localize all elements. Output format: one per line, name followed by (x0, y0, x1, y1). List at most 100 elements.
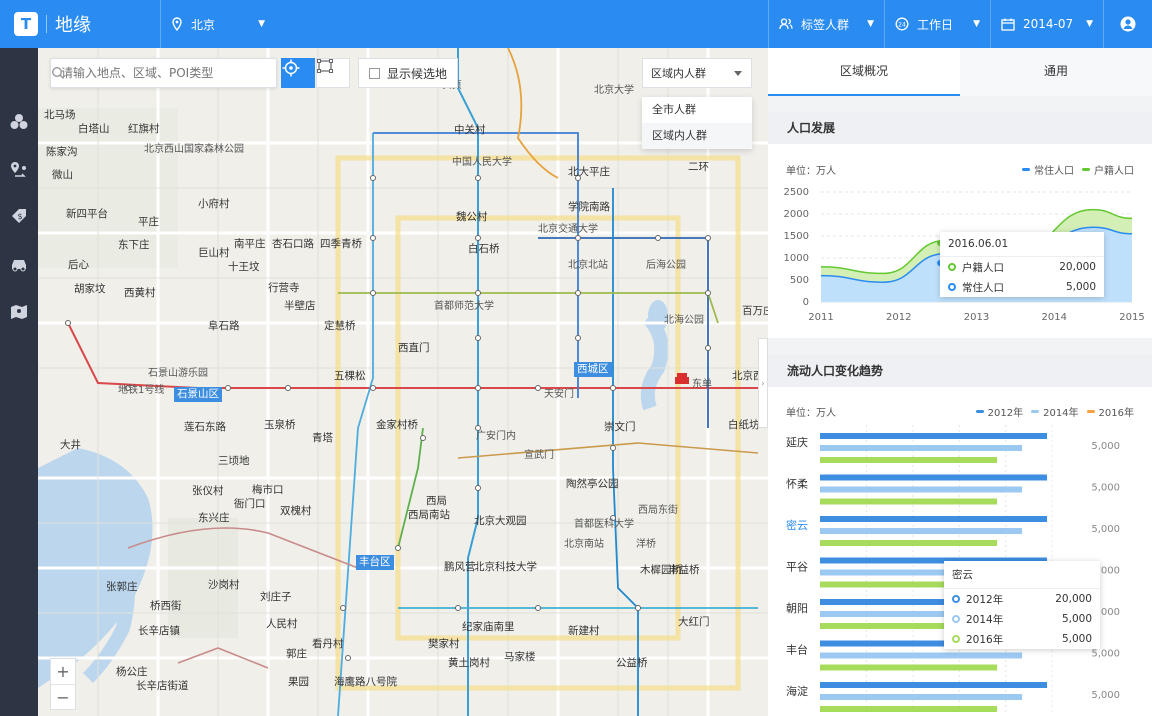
legend-label: 2016年 (1098, 408, 1134, 419)
map-label: 杏石口路 (272, 238, 314, 250)
collapse-panel-handle[interactable]: › (758, 338, 768, 428)
rect-select-button[interactable] (316, 58, 350, 88)
location-route-icon[interactable] (9, 160, 29, 180)
map-label: 北京北站 (568, 260, 608, 271)
map-label: 白纸坊 (728, 419, 760, 431)
dropdown-option-in-region[interactable]: 区域内人群 (642, 123, 752, 149)
map-label: 杨公庄 (116, 666, 148, 678)
user-menu[interactable] (1103, 0, 1152, 48)
map-label: 刘庄子 (260, 591, 292, 603)
category-label: 海淀 (786, 684, 808, 698)
map-label: 半壁店 (284, 300, 316, 312)
show-candidates-checkbox[interactable] (369, 67, 380, 79)
map-label: 莲石东路 (184, 421, 226, 433)
cluster-icon[interactable] (9, 112, 29, 132)
tooltip-series-name: 2016年 (966, 633, 1004, 646)
x-tick-label: 2013 (964, 312, 989, 323)
show-candidates-toggle[interactable]: 显示候选地 (358, 58, 458, 88)
bar (820, 528, 1023, 534)
tooltip-value: 5,000 (1061, 633, 1092, 645)
search-input[interactable] (61, 66, 241, 80)
series-dot (952, 615, 960, 623)
map-label: 西黄村 (124, 287, 156, 299)
dropdown-option-all-city[interactable]: 全市人群 (642, 97, 752, 123)
map-label: 北京大学 (594, 85, 634, 96)
map-label: 三顷地 (218, 455, 250, 467)
row-value-label: 5,000 (1091, 524, 1120, 535)
map-label: 首都师范大学 (434, 301, 494, 312)
tag-group-label: 标签人群 (801, 17, 850, 32)
map-label: 中国人民大学 (452, 157, 512, 168)
city-selector[interactable]: 北京 ▼ (160, 0, 275, 48)
users-icon (779, 18, 793, 30)
map-label: 百万庄 (742, 305, 768, 317)
map-label: 大红门 (678, 616, 710, 628)
flow-unit: 单位：万人 (786, 408, 836, 419)
day-type-selector[interactable]: 24 工作日 ▼ (884, 0, 990, 48)
tooltip-row: 2014年 5,000 (944, 609, 1100, 629)
category-label: 朝阳 (786, 602, 808, 615)
series-dot (948, 263, 956, 271)
district-label: 石景山区 (174, 387, 222, 402)
population-unit: 单位：万人 (786, 166, 836, 177)
x-tick-label: 2011 (808, 312, 833, 323)
app-logo: T (14, 12, 38, 36)
map-label: 五棵松 (334, 370, 366, 382)
search-box[interactable] (50, 58, 277, 88)
row-value-label: 5,000 (1091, 690, 1120, 701)
map-label: 四季青桥 (320, 238, 362, 250)
zoom-out-button[interactable]: − (51, 684, 75, 709)
bar (820, 540, 998, 546)
map-label: 石景山游乐园 (148, 368, 208, 379)
map-label: 北京科技大学 (474, 561, 537, 573)
map-label: 广安门内 (476, 431, 516, 442)
flow-title: 流动人口变化趋势 (768, 355, 1152, 387)
legend-swatch (1086, 410, 1095, 413)
zoom-in-button[interactable]: + (51, 659, 75, 684)
map-label: 宣武门 (524, 450, 554, 461)
map-label: 丰益桥 (668, 564, 700, 576)
map-label: 巨山村 (198, 247, 230, 259)
bar (820, 498, 998, 505)
region-crowd-select[interactable]: 区域内人群 (642, 58, 752, 88)
row-value-label: 5,000 (1091, 441, 1120, 452)
car-icon[interactable] (9, 254, 29, 274)
tooltip-value: 20,000 (1055, 593, 1092, 605)
map-view[interactable]: 石景山区 西城区 丰台区 北马场 白塔山 红旗村 陈家沟 微山 小府村 新四平台… (38, 48, 768, 716)
map-label: 果园 (288, 676, 309, 688)
series-dot (952, 635, 960, 643)
map-label: 北大平庄 (568, 166, 610, 178)
map-label: 长辛店街道 (136, 680, 189, 692)
tooltip-value: 20,000 (1059, 261, 1096, 273)
tab-region-overview[interactable]: 区域概况 (768, 48, 960, 96)
map-label: 北京大观园 (474, 515, 527, 527)
tab-general[interactable]: 通用 (960, 48, 1152, 96)
map-label: 后海公园 (646, 260, 686, 271)
month-selector[interactable]: 2014-07 ▼ (990, 0, 1103, 48)
map-label: 白塔山 (78, 123, 110, 135)
y-tick-label: 1000 (784, 253, 809, 264)
price-tag-icon[interactable]: $ (9, 206, 29, 226)
flow-card: 流动人口变化趋势 单位：万人 2012年 2014年 2016年 延庆 5,000… (768, 355, 1152, 716)
map-pin-icon[interactable] (9, 302, 29, 322)
user-avatar-icon (1120, 16, 1136, 32)
map-label: 北海公园 (664, 315, 704, 326)
series-dot (948, 283, 956, 291)
population-card: 人口发展 单位：万人 常住人口 户籍人口 0 500 1000 1500 2000 250… (768, 112, 1152, 338)
map-label: 北京交通大学 (538, 224, 598, 235)
bar (820, 516, 1048, 522)
map-label: 白石桥 (468, 243, 500, 255)
region-crowd-dropdown: 全市人群 区域内人群 (642, 97, 752, 149)
map-label: 平庄 (138, 216, 159, 228)
locate-button[interactable] (281, 58, 315, 88)
map-label: 张仪村 (192, 485, 224, 497)
map-label: 公益桥 (616, 657, 648, 669)
population-legend: 常住人口 户籍人口 (1014, 162, 1134, 177)
map-label: 十王坟 (228, 261, 260, 273)
tooltip-value: 5,000 (1061, 613, 1092, 625)
map-label: 东下庄 (118, 239, 150, 251)
legend-swatch (1031, 410, 1040, 413)
tag-group-selector[interactable]: 标签人群 ▼ (768, 0, 884, 48)
search-icon[interactable] (51, 66, 65, 80)
tooltip-row: 2012年 20,000 (944, 589, 1100, 609)
